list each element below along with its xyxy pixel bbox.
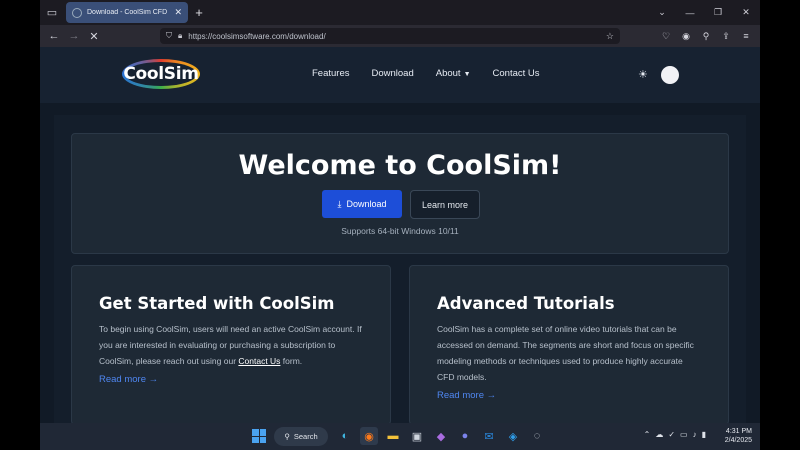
taskbar-search[interactable]: ⚲ Search [274,427,328,446]
site-menu: Features Download About ▼ Contact Us [312,68,540,79]
windows-taskbar: ⚲ Search ◐ ◉ ▬ ▣ ◆ ● ✉ ◈ ◌ ⌃ ☁ ✓ ▭ ♪ ▮ 4… [40,423,760,450]
extensions-icon[interactable]: ⚲ [696,31,716,42]
minimize-icon[interactable]: — [676,8,704,18]
download-button[interactable]: ⤓ Download [322,190,402,218]
main-content: Welcome to CoolSim! ⤓ Download Learn mor… [54,115,746,425]
forward-icon[interactable]: → [64,30,84,42]
menu-item-contact[interactable]: Contact Us [493,68,540,79]
close-window-icon[interactable]: ✕ [732,7,760,18]
read-more-link[interactable]: Read more → [437,390,496,401]
teams-icon[interactable]: ● [456,427,474,445]
tab-favicon-icon [72,7,82,18]
new-tab-button[interactable]: + [188,5,210,20]
logo-text: CoolSim [123,64,199,84]
web-page: CoolSim Features Download About ▼ Contact… [40,47,760,425]
account-icon[interactable]: ◉ [676,31,696,42]
file-explorer-icon[interactable]: ▬ [384,427,402,445]
download-icon: ⤓ [337,198,342,209]
tray-chevron-icon[interactable]: ⌃ [644,430,651,439]
network-icon[interactable]: ▭ [680,430,688,439]
taskbar-clock[interactable]: 4:31 PM 2/4/2025 [725,427,752,445]
start-icon[interactable] [252,429,266,443]
site-header: CoolSim Features Download About ▼ Contact… [40,47,760,103]
shield-icon[interactable]: ⛉ [166,31,172,41]
volume-icon[interactable]: ♪ [693,430,697,439]
search-label: Search [293,432,318,441]
stop-loading-icon[interactable]: ✕ [84,30,104,43]
screen: ▭ Download - CoolSim CFD ✕ + ⌄ — ❐ ✕ ← →… [40,0,760,450]
lock-icon[interactable]: 🔒︎ [178,31,182,41]
contact-us-link[interactable]: Contact Us [238,356,280,366]
back-icon[interactable]: ← [44,30,64,42]
browser-nav-bar: ← → ✕ ⛉ 🔒︎ https://coolsimsoftware.com/d… [40,25,760,47]
onedrive-icon[interactable]: ☁ [655,430,663,439]
taskbar-apps: ◐ ◉ ▬ ▣ ◆ ● ✉ ◈ ◌ [336,427,546,445]
read-more-link[interactable]: Read more → [99,374,158,385]
battery-icon[interactable]: ▮ [702,430,706,439]
card-body: CoolSim has a complete set of online vid… [437,324,694,382]
card-advanced-tutorials: Advanced Tutorials CoolSim has a complet… [409,265,729,425]
clock-date: 2/4/2025 [724,437,752,444]
theme-toggle-sun-icon[interactable]: ☀ [638,68,648,81]
list-all-tabs-icon[interactable]: ⌄ [648,7,676,18]
card-get-started: Get Started with CoolSim To begin using … [71,265,391,425]
card-body-text: To begin using CoolSim, users will need … [99,324,362,366]
search-icon: ⚲ [284,432,290,441]
firefox-icon[interactable]: ◉ [360,427,378,445]
vscode-icon[interactable]: ◈ [504,427,522,445]
tab-list-icon[interactable]: ▭ [40,0,64,25]
edge-icon[interactable]: ◐ [336,427,354,445]
tray-app-icon[interactable]: ✓ [668,430,675,439]
pocket-icon[interactable]: ♡ [656,31,676,42]
clock-time: 4:31 PM [725,428,752,435]
tab-close-icon[interactable]: ✕ [174,7,182,18]
visual-studio-icon[interactable]: ◆ [432,427,450,445]
app-icon[interactable]: ◌ [528,427,546,445]
coolsim-logo[interactable]: CoolSim [122,59,200,89]
menu-item-download[interactable]: Download [372,68,414,79]
tab-title: Download - CoolSim CFD [87,9,168,16]
hero-subtitle: Supports 64-bit Windows 10/11 [341,226,459,236]
card-body: To begin using CoolSim, users will need … [99,321,363,369]
share-icon[interactable]: ⇪ [716,31,736,42]
system-tray: ⌃ ☁ ✓ ▭ ♪ ▮ [644,430,706,439]
chevron-down-icon: ▼ [463,71,471,78]
hero-panel: Welcome to CoolSim! ⤓ Download Learn mor… [71,133,729,254]
terminal-icon[interactable]: ▣ [408,427,426,445]
menu-item-features[interactable]: Features [312,68,350,79]
learn-more-button[interactable]: Learn more [410,190,480,219]
card-body-text-end: form. [280,356,303,366]
card-title: Advanced Tutorials [437,294,615,313]
address-bar[interactable]: ⛉ 🔒︎ https://coolsimsoftware.com/downloa… [160,28,620,44]
card-title: Get Started with CoolSim [99,294,335,313]
browser-tab-active[interactable]: Download - CoolSim CFD ✕ [66,2,188,23]
hero-title: Welcome to CoolSim! [238,150,562,181]
restore-icon[interactable]: ❐ [704,7,732,18]
menu-item-about-label: About [435,68,461,79]
menu-icon[interactable]: ≡ [736,31,756,41]
download-button-label: Download [346,199,387,209]
browser-tab-strip: ▭ Download - CoolSim CFD ✕ + ⌄ — ❐ ✕ [40,0,760,25]
menu-item-about[interactable]: About ▼ [436,68,471,79]
url-text[interactable]: https://coolsimsoftware.com/download/ [188,32,600,41]
bookmark-star-icon[interactable]: ☆ [606,31,614,42]
avatar[interactable] [661,66,679,84]
outlook-icon[interactable]: ✉ [480,427,498,445]
